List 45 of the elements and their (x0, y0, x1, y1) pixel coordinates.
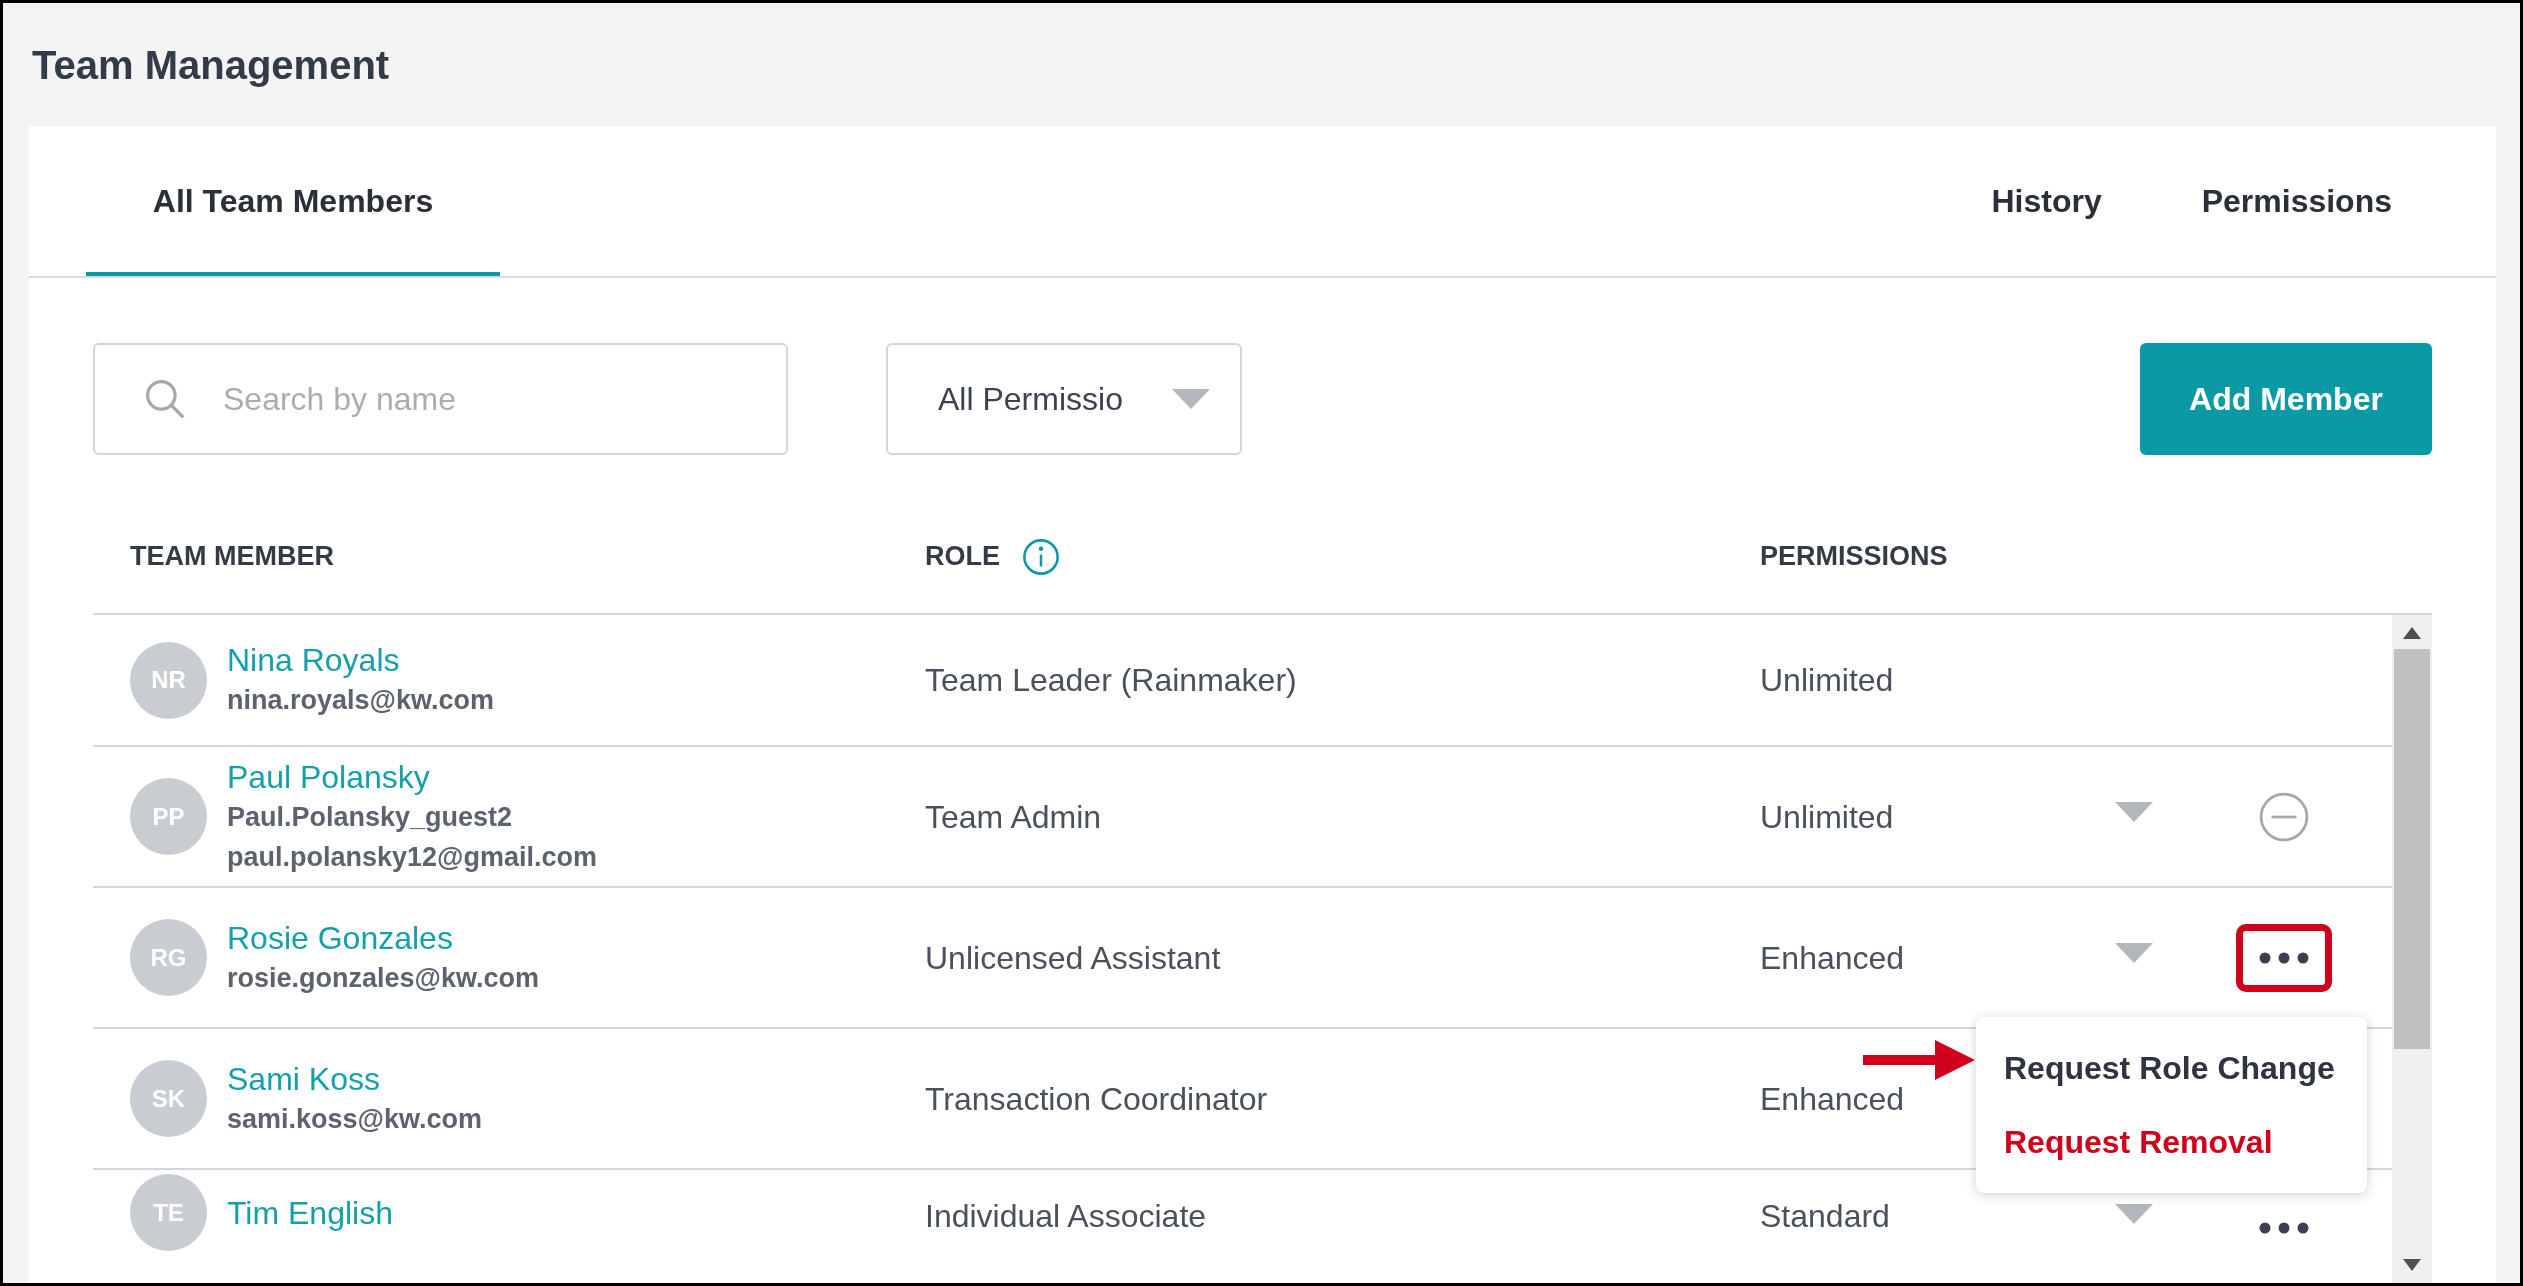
menu-item[interactable]: Request Removal (1976, 1105, 2367, 1179)
column-header: TEAM MEMBER (130, 540, 334, 574)
add-member-button[interactable]: Add Member (2140, 343, 2432, 455)
column-header: ROLE (925, 540, 1000, 574)
caret-icon[interactable] (2115, 1204, 2153, 1224)
tab[interactable]: Permissions (2151, 126, 2446, 276)
tab[interactable]: All Team Members (86, 126, 500, 276)
permission-filter-dropdown[interactable]: All Permissio (886, 343, 1242, 455)
member-name-link[interactable]: Tim English (227, 1192, 393, 1233)
permission-text: Enhanced (1760, 1080, 1905, 1117)
member-detail: rosie.gonzales@kw.com (227, 961, 539, 995)
role-text: Transaction Coordinator (925, 1080, 1268, 1117)
scroll-down-icon[interactable] (2403, 1259, 2421, 1271)
page-title: Team Management (32, 41, 390, 89)
role-text: Unlicensed Assistant (925, 939, 1221, 976)
menu-item[interactable]: Request Role Change (1976, 1031, 2367, 1105)
role-text: Team Admin (925, 798, 1102, 835)
member-name-link[interactable]: Paul Polansky (227, 756, 597, 797)
caret-icon[interactable] (2115, 942, 2153, 963)
member-detail: Paul.Polansky_guest2 (227, 800, 514, 834)
tab[interactable]: History (1941, 126, 2152, 276)
scrollbar[interactable] (2392, 615, 2432, 1283)
search-icon (143, 377, 187, 421)
permission-text: Enhanced (1760, 939, 1905, 976)
role-text: Individual Associate (925, 1198, 1207, 1234)
member-name-link[interactable]: Rosie Gonzales (227, 917, 539, 958)
member-detail: paul.polansky12@gmail.com (227, 840, 597, 874)
member-detail: sami.koss@kw.com (227, 1102, 482, 1136)
ellipsis-icon (2258, 1222, 2309, 1234)
remove-circle-icon[interactable] (2258, 791, 2309, 842)
search-input[interactable]: Search by name (223, 375, 738, 423)
column-header: PERMISSIONS (1760, 540, 1948, 574)
scroll-up-icon[interactable] (2403, 627, 2421, 639)
role-text: Team Leader (Rainmaker) (925, 662, 1297, 698)
member-name-link[interactable]: Nina Royals (227, 640, 494, 680)
member-detail: nina.royals@kw.com (227, 684, 494, 717)
info-icon[interactable] (1022, 537, 1060, 576)
permission-text: Standard (1760, 1198, 1890, 1234)
member-name-link[interactable]: Sami Koss (227, 1058, 482, 1099)
ellipsis-icon (2258, 951, 2309, 964)
search-field[interactable]: Search by name (93, 343, 788, 455)
caret-icon[interactable] (2115, 801, 2153, 822)
caret-icon (1172, 389, 1210, 409)
permission-text: Unlimited (1760, 662, 1894, 698)
permission-text: Unlimited (1760, 798, 1894, 835)
